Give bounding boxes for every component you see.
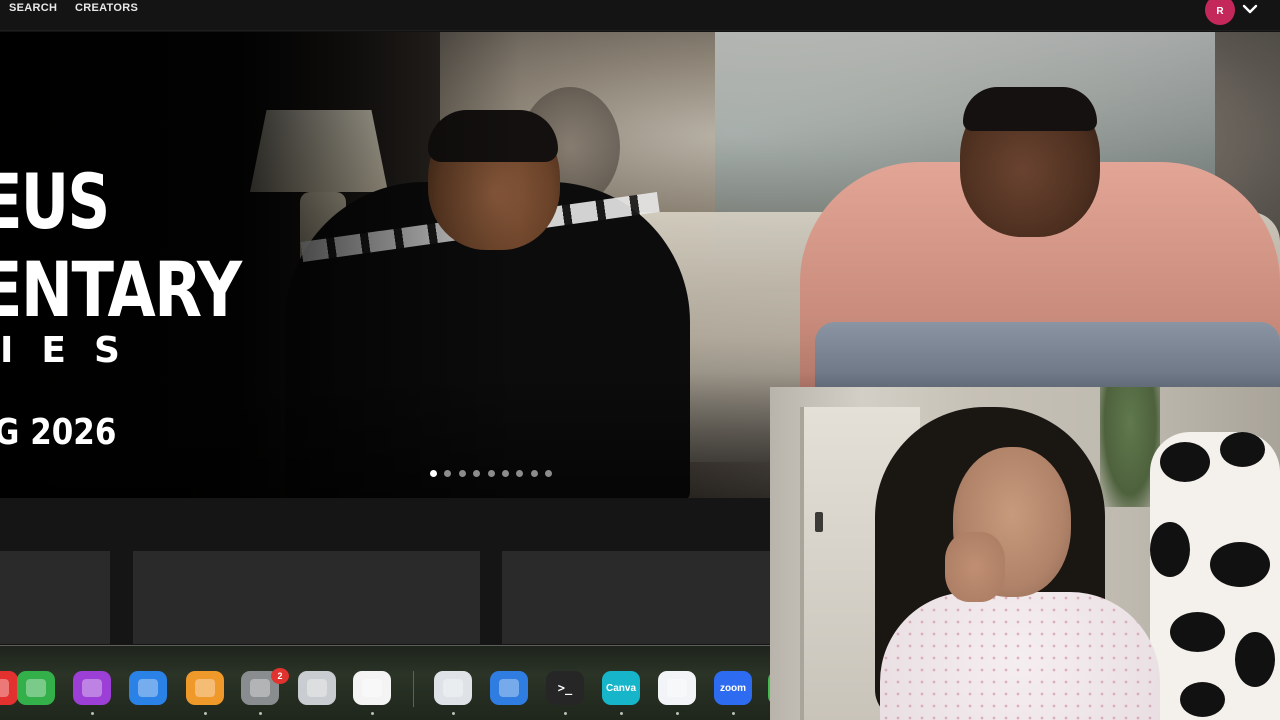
top-nav-bar: SEARCH CREATORS R	[0, 0, 1280, 31]
webcam-door-handle	[815, 512, 823, 532]
dock-running-indicator	[676, 712, 679, 715]
bluetooth-icon[interactable]	[490, 671, 528, 705]
carousel-dot[interactable]	[444, 470, 452, 477]
screen: EUS ENTARY IES G 2026 SEARCH CREATORS R …	[0, 0, 1280, 720]
notification-badge: 2	[271, 668, 289, 684]
dock-top-border	[0, 645, 770, 646]
dock-running-indicator	[371, 712, 374, 715]
dock-running-indicator	[620, 712, 623, 715]
dock-running-indicator	[259, 712, 262, 715]
content-card[interactable]	[133, 551, 480, 644]
vscode-icon-glyph	[667, 679, 687, 697]
podcasts-icon[interactable]	[73, 671, 111, 705]
keynote-icon-glyph	[138, 679, 158, 697]
dock-running-indicator	[564, 712, 567, 715]
carousel-dot[interactable]	[473, 470, 481, 477]
pages-icon-glyph	[195, 679, 215, 697]
preview-icon-glyph	[443, 679, 463, 697]
webcam-person-hand	[945, 532, 1005, 602]
iphone-mirroring-icon-glyph	[307, 679, 327, 697]
iphone-mirroring-icon[interactable]	[298, 671, 336, 705]
app-partial-icon-glyph	[0, 679, 9, 697]
canva-icon-label: Canva	[605, 682, 636, 694]
content-card[interactable]	[0, 551, 110, 644]
hero-release-date: G 2026	[0, 412, 117, 453]
keynote-icon[interactable]	[129, 671, 167, 705]
carousel-dot[interactable]	[545, 470, 553, 477]
preview-icon[interactable]	[434, 671, 472, 705]
terminal-icon[interactable]: >_	[546, 671, 584, 705]
freeform-icon-glyph	[362, 679, 382, 697]
pages-icon[interactable]	[186, 671, 224, 705]
carousel-dot[interactable]	[458, 470, 466, 477]
right-man-hair	[963, 87, 1097, 131]
zoom-icon[interactable]: zoom	[714, 671, 752, 705]
webcam-overlay	[770, 387, 1280, 720]
carousel-dot[interactable]	[487, 470, 495, 477]
carousel-indicators	[430, 470, 560, 478]
dock-separator	[413, 671, 414, 707]
chevron-down-icon[interactable]	[1241, 1, 1259, 17]
carousel-dot[interactable]	[516, 470, 524, 477]
vscode-icon[interactable]	[658, 671, 696, 705]
content-card[interactable]	[502, 551, 770, 644]
webcam-cow-print-chair	[1150, 432, 1280, 720]
dock-running-indicator	[452, 712, 455, 715]
system-settings-icon-glyph	[250, 679, 270, 697]
canva-icon[interactable]: Canva	[602, 671, 640, 705]
carousel-dot[interactable]	[530, 470, 538, 477]
freeform-icon[interactable]	[353, 671, 391, 705]
dock-running-indicator	[91, 712, 94, 715]
app-partial-icon[interactable]	[0, 671, 18, 705]
dock-running-indicator	[732, 712, 735, 715]
terminal-icon-label: >_	[557, 681, 573, 695]
numbers-icon-glyph	[26, 679, 46, 697]
nav-creators-link[interactable]: CREATORS	[75, 2, 138, 14]
webcam-shirt-pattern	[880, 592, 1160, 720]
carousel-dot[interactable]	[430, 470, 437, 477]
numbers-icon[interactable]	[17, 671, 55, 705]
dock-running-indicator	[204, 712, 207, 715]
carousel-dot[interactable]	[502, 470, 509, 477]
hero-title-line2: ENTARY	[0, 245, 242, 334]
bluetooth-icon-glyph	[499, 679, 519, 697]
zoom-icon-label: zoom	[719, 682, 747, 694]
avatar[interactable]: R	[1205, 0, 1235, 25]
nav-search-link[interactable]: SEARCH	[9, 2, 57, 14]
hero-title-line1: EUS	[0, 157, 110, 246]
podcasts-icon-glyph	[82, 679, 102, 697]
hero-title-line3: IES	[0, 330, 148, 371]
